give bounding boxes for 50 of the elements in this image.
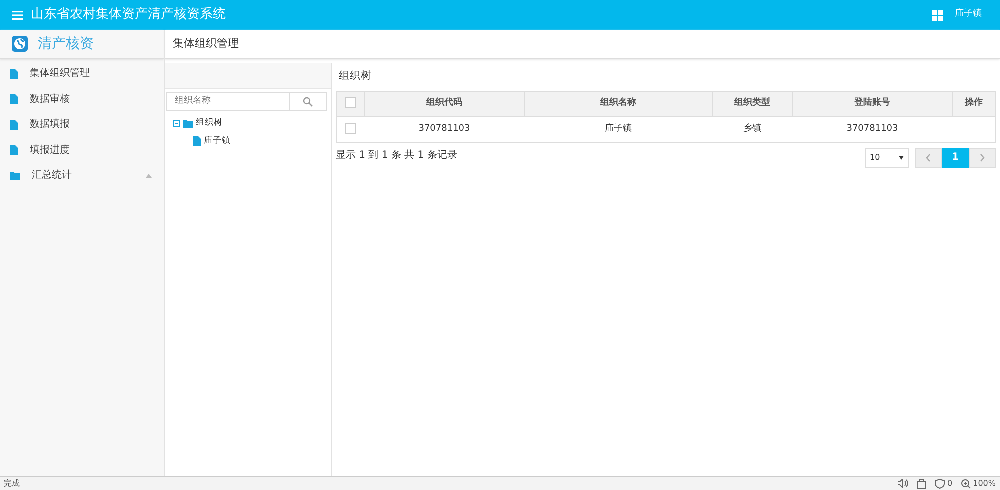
row-checkbox[interactable] — [345, 122, 356, 134]
document-icon — [10, 68, 18, 79]
tree-node[interactable]: 庙子镇 — [204, 134, 231, 148]
caret-icon — [899, 156, 904, 160]
search-field[interactable]: 组织名称 — [166, 92, 290, 111]
lock-icon[interactable] — [917, 478, 928, 488]
column-header: 组织代码 — [426, 98, 462, 108]
previous-page-button[interactable] — [915, 148, 942, 168]
panel-title: 组织树 — [339, 70, 372, 82]
page-size-select[interactable]: 10 — [865, 148, 909, 168]
zoom-level[interactable]: 100% — [973, 478, 996, 490]
sidebar-item[interactable]: 集体组织管理 — [0, 61, 164, 86]
sidebar-item[interactable]: 数据审核 — [0, 86, 164, 112]
menu-icon[interactable] — [12, 10, 23, 20]
next-page-button[interactable] — [969, 148, 996, 168]
zoom-icon[interactable] — [960, 478, 971, 488]
page-title: 集体组织管理 — [173, 36, 239, 52]
folder-icon — [183, 118, 193, 128]
status-text: 完成 — [4, 478, 20, 490]
record-summary: 显示 1 到 1 条 共 1 条记录 — [336, 148, 458, 163]
sidebar-title: 清产核资 — [38, 34, 94, 54]
shield-icon[interactable] — [935, 478, 946, 488]
select-all-checkbox[interactable] — [345, 97, 356, 108]
document-icon — [193, 136, 201, 146]
collapse-icon[interactable] — [173, 120, 180, 126]
grid-icon[interactable] — [932, 10, 943, 20]
speaker-icon[interactable] — [898, 479, 910, 488]
table-cell: 乡镇 — [744, 124, 762, 134]
search-icon[interactable] — [303, 96, 313, 106]
column-header: 登陆账号 — [854, 98, 890, 108]
table-cell: 庙子镇 — [605, 124, 632, 134]
column-header: 组织名称 — [600, 98, 636, 108]
blocked-count: 0 — [948, 478, 953, 490]
chevron-left-icon — [926, 154, 931, 162]
table-cell: 370781103 — [846, 124, 898, 134]
document-icon — [10, 94, 18, 104]
search-button[interactable] — [290, 92, 327, 111]
sidebar-item[interactable]: 数据填报 — [0, 112, 164, 138]
document-icon — [10, 120, 18, 130]
sidebar-item[interactable]: 填报进度 — [0, 138, 164, 163]
globe-icon — [12, 36, 28, 52]
sidebar-item[interactable]: 汇总统计 — [0, 163, 164, 188]
tree-node[interactable]: 组织树 — [196, 116, 223, 130]
table-cell: 370781103 — [418, 124, 470, 134]
document-icon — [10, 145, 18, 156]
folder-icon — [10, 171, 20, 180]
app-title: 山东省农村集体资产清产核资系统 — [31, 6, 226, 24]
chevron-right-icon — [980, 154, 985, 162]
column-header: 操作 — [965, 98, 983, 108]
column-header: 组织类型 — [734, 98, 770, 108]
